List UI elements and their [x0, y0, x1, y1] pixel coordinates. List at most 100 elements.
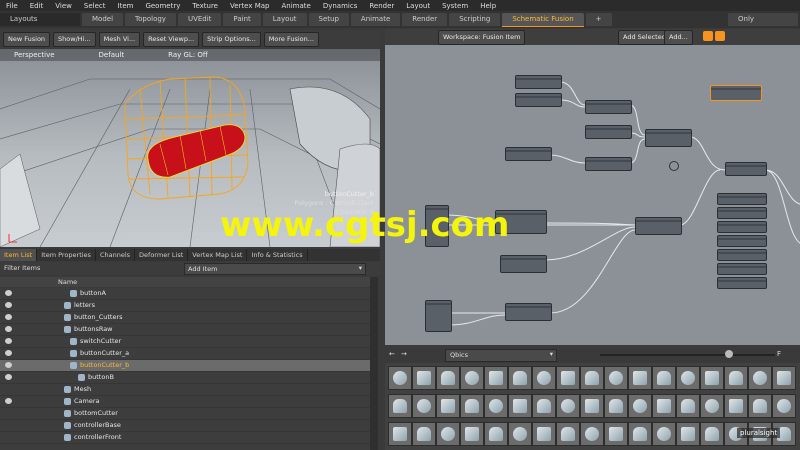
preset-thumbnail[interactable]	[628, 366, 652, 390]
list-item[interactable]: switchCutter	[0, 336, 370, 348]
preset-thumbnail[interactable]	[556, 394, 580, 418]
preset-thumbnail[interactable]	[748, 366, 772, 390]
schematic-node[interactable]	[425, 300, 452, 332]
menu-item-file[interactable]: File	[0, 2, 24, 10]
preset-thumbnail[interactable]	[556, 366, 580, 390]
panel-tab-item-properties[interactable]: Item Properties	[37, 249, 96, 261]
forward-arrow-icon[interactable]: →	[401, 350, 407, 358]
thumbnail-size-slider[interactable]	[600, 354, 775, 356]
preset-thumbnail[interactable]	[652, 422, 676, 446]
preset-thumbnail[interactable]	[700, 422, 724, 446]
menu-item-render[interactable]: Render	[363, 2, 400, 10]
list-item[interactable]: buttonA	[0, 288, 370, 300]
list-item[interactable]: buttonCutter_b	[0, 360, 370, 372]
preset-thumbnail[interactable]	[412, 422, 436, 446]
tab-layout[interactable]: Layout	[262, 13, 307, 26]
preset-thumbnail[interactable]	[484, 394, 508, 418]
name-column-header[interactable]: Name	[58, 278, 77, 286]
tab-uvedit[interactable]: UVEdit	[177, 13, 222, 26]
preset-thumbnail[interactable]	[604, 366, 628, 390]
schematic-node[interactable]	[725, 162, 767, 176]
viewport-tool-button[interactable]: Reset Viewp...	[143, 31, 200, 47]
add-tab-icon[interactable]: +	[585, 13, 612, 26]
list-item[interactable]: button_Cutters	[0, 312, 370, 324]
menu-item-help[interactable]: Help	[474, 2, 502, 10]
preset-thumbnail[interactable]	[676, 422, 700, 446]
list-item[interactable]: buttonCutter_a	[0, 348, 370, 360]
schematic-node[interactable]	[585, 100, 632, 114]
tab-animate[interactable]: Animate	[350, 13, 401, 26]
schematic-graph[interactable]	[385, 45, 800, 345]
preset-thumbnail[interactable]	[436, 394, 460, 418]
schematic-node[interactable]	[505, 303, 552, 321]
tab-paint[interactable]: Paint	[223, 13, 261, 26]
orange-toggle-icon-2[interactable]	[715, 31, 725, 41]
schematic-node[interactable]	[515, 93, 562, 107]
item-list-scrollbar[interactable]	[370, 277, 378, 450]
tab-setup[interactable]: Setup	[308, 13, 349, 26]
schematic-node[interactable]	[645, 129, 692, 147]
schematic-node[interactable]	[585, 125, 632, 139]
preset-thumbnail[interactable]	[748, 394, 772, 418]
preset-thumbnail[interactable]	[412, 394, 436, 418]
layouts-tab[interactable]: Layouts	[0, 13, 80, 26]
menu-item-select[interactable]: Select	[78, 2, 112, 10]
preset-thumbnail[interactable]	[460, 394, 484, 418]
preset-thumbnail[interactable]	[460, 366, 484, 390]
viewport-tool-button[interactable]: Mesh Vi...	[98, 31, 141, 47]
schematic-node[interactable]	[585, 157, 632, 171]
preset-thumbnail[interactable]	[388, 422, 412, 446]
add-selected-button[interactable]: Add Selected	[618, 30, 671, 45]
preset-thumbnail[interactable]	[628, 394, 652, 418]
preset-thumbnail[interactable]	[580, 422, 604, 446]
add-item-dropdown[interactable]: Add Item ▾	[184, 263, 366, 275]
filter-items-label[interactable]: Filter Items	[4, 264, 40, 272]
schematic-node[interactable]	[635, 217, 682, 235]
menu-item-vertex-map[interactable]: Vertex Map	[224, 2, 276, 10]
viewport-tool-button[interactable]: New Fusion	[3, 31, 51, 47]
viewport-tool-button[interactable]: More Fusion...	[263, 31, 319, 47]
visibility-eye-icon[interactable]	[5, 338, 12, 344]
menu-item-system[interactable]: System	[436, 2, 474, 10]
list-item[interactable]: Mesh	[0, 384, 370, 396]
preset-thumbnail[interactable]	[580, 394, 604, 418]
visibility-eye-icon[interactable]	[5, 314, 12, 320]
back-arrow-icon[interactable]: ←	[389, 350, 395, 358]
preset-thumbnail[interactable]	[604, 422, 628, 446]
visibility-eye-icon[interactable]	[5, 302, 12, 308]
panel-tab-channels[interactable]: Channels	[96, 249, 136, 261]
preset-thumbnail[interactable]	[460, 422, 484, 446]
preset-thumbnail[interactable]	[484, 366, 508, 390]
preset-search-icon[interactable]: F	[777, 350, 781, 358]
visibility-eye-icon[interactable]	[5, 374, 12, 380]
visibility-eye-icon[interactable]	[5, 398, 12, 404]
tab-topology[interactable]: Topology	[125, 13, 176, 26]
list-item[interactable]: letters	[0, 300, 370, 312]
preset-thumbnail[interactable]	[508, 366, 532, 390]
workspace-dropdown[interactable]: Workspace: Fusion Item	[438, 30, 526, 45]
list-item[interactable]: Camera	[0, 396, 370, 408]
preset-thumbnail[interactable]	[772, 394, 796, 418]
panel-tab-info-statistics[interactable]: Info & Statistics	[247, 249, 308, 261]
viewport-tool-button[interactable]: Strip Options...	[202, 31, 261, 47]
preset-thumbnail[interactable]	[676, 394, 700, 418]
tab-schematic-fusion[interactable]: Schematic Fusion	[502, 12, 584, 27]
list-item[interactable]: controllerFront	[0, 432, 370, 444]
preset-thumbnail[interactable]	[556, 422, 580, 446]
preset-thumbnail[interactable]	[532, 394, 556, 418]
visibility-eye-icon[interactable]	[5, 350, 12, 356]
preset-thumbnail[interactable]	[388, 366, 412, 390]
preset-thumbnail[interactable]	[580, 366, 604, 390]
viewport-header-item[interactable]: Ray GL: Off	[168, 51, 208, 59]
orange-toggle-icon[interactable]	[703, 31, 713, 41]
preset-thumbnail[interactable]	[412, 366, 436, 390]
menu-item-layout[interactable]: Layout	[400, 2, 436, 10]
panel-tab-vertex-map-list[interactable]: Vertex Map List	[188, 249, 248, 261]
preset-thumbnail[interactable]	[700, 394, 724, 418]
slider-handle[interactable]	[725, 350, 733, 358]
menu-item-item[interactable]: Item	[112, 2, 140, 10]
list-item[interactable]: controllerBase	[0, 420, 370, 432]
tab-model[interactable]: Model	[82, 13, 124, 26]
menu-item-texture[interactable]: Texture	[186, 2, 224, 10]
schematic-node[interactable]	[500, 255, 547, 273]
